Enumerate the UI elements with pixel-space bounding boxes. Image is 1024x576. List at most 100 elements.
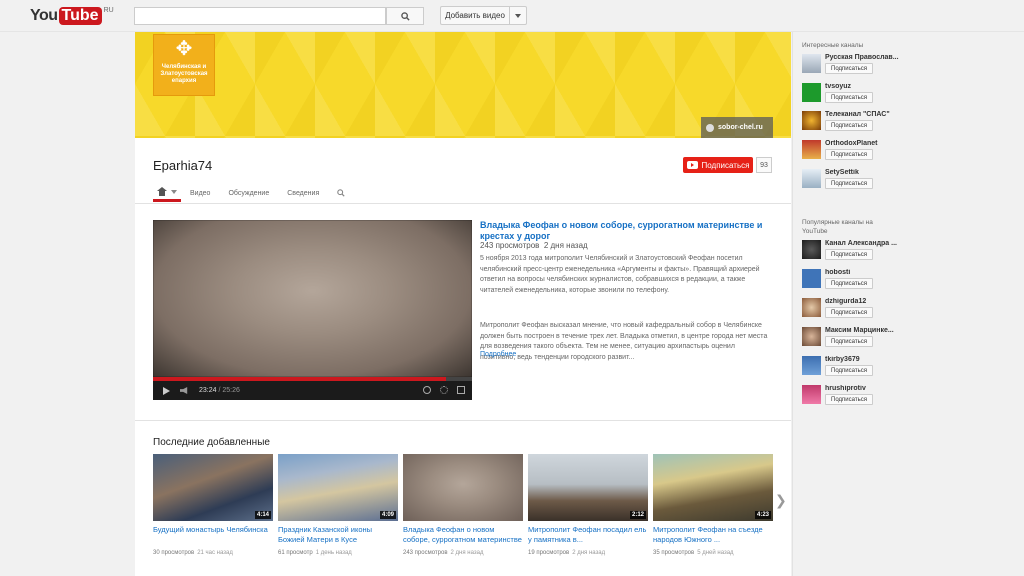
avatar[interactable] [802,83,821,102]
tab-videos[interactable]: Видео [181,184,219,202]
featured-ago: 2 дня назад [543,241,588,250]
avatar[interactable] [802,169,821,188]
video-card[interactable]: 2:12 Митрополит Феофан посадил ель у пам… [528,454,648,556]
recent-uploads-row: 4:14 Будущий монастырь Челябинска 30 про… [153,454,773,556]
youtube-logo[interactable]: You Tube RU [30,6,114,26]
video-duration: 2:12 [629,511,646,519]
logo-region: RU [103,7,114,14]
channel-name[interactable]: dzhigurda12 [825,298,910,305]
subscribe-button[interactable]: Подписаться [825,307,873,318]
avatar[interactable] [802,111,821,130]
channel-title[interactable]: Eparhia74 [153,158,212,173]
subscribe-button[interactable]: Подписаться [825,365,873,376]
channel-name[interactable]: hobosti [825,269,910,276]
avatar[interactable] [802,54,821,73]
channel-name[interactable]: tkirby3679 [825,356,910,363]
tab-about[interactable]: Сведения [278,184,328,202]
video-thumbnail[interactable]: 4:23 [653,454,773,521]
avatar[interactable] [802,298,821,317]
channel-name[interactable]: Русская Православ... [825,54,910,61]
sidebar-channel: hrushiprotiv Подписаться [802,385,912,409]
search-input[interactable] [134,7,386,25]
chevron-right-icon[interactable]: ❯ [775,492,787,509]
sidebar-channel: Телеканал "СПАС" Подписаться [802,111,912,135]
channel-tabs: Видео Обсуждение Сведения [153,184,354,202]
avatar[interactable] [802,240,821,259]
featured-views: 243 просмотров [480,241,540,250]
channel-name[interactable]: Максим Марцинке... [825,327,910,334]
video-title[interactable]: Будущий монастырь Челябинска [153,525,273,545]
sidebar-channel: SetySettik Подписаться [802,169,912,193]
video-card[interactable]: 4:09 Праздник Казанской иконы Божией Мат… [278,454,398,556]
subscriber-count: 93 [756,157,772,173]
sidebar-channel: tkirby3679 Подписаться [802,356,912,380]
subscribe-button[interactable]: Подписаться [825,278,873,289]
play-icon[interactable] [163,386,170,395]
video-thumbnail[interactable]: 4:14 [153,454,273,521]
tab-search[interactable] [328,184,354,202]
video-title[interactable]: Праздник Казанской иконы Божией Матери в… [278,525,398,545]
featured-description-continued: Митрополит Феофан высказал мнение, что н… [480,322,768,361]
banner-website-link[interactable]: sobor-chel.ru [701,117,773,138]
channel-logo[interactable]: ✥ Челябинская и Златоустовская епархия [153,34,215,96]
subscribe-button[interactable]: Подписаться [825,394,873,405]
upload-button[interactable]: Добавить видео [440,6,509,25]
channel-name[interactable]: SetySettik [825,169,910,176]
video-title[interactable]: Митрополит Феофан на съезде народов Южно… [653,525,773,545]
featured-description: 5 ноября 2013 года митрополит Челябински… [480,255,760,294]
video-thumbnail[interactable]: 2:12 [528,454,648,521]
channel-name[interactable]: tvsoyuz [825,83,910,90]
video-player[interactable]: 23:24 / 25:26 [153,220,472,400]
video-thumbnail[interactable]: 4:09 [278,454,398,521]
subscribe-button[interactable]: Подписаться [825,63,873,74]
search-button[interactable] [386,7,424,25]
upload-dropdown-button[interactable] [509,6,527,25]
channel-name[interactable]: Канал Александра ... [825,240,910,247]
subscribe-button[interactable]: Подписаться [825,336,873,347]
channel-name[interactable]: Телеканал "СПАС" [825,111,910,118]
chevron-down-icon [515,13,521,18]
subscribe-button[interactable]: Подписаться [825,149,873,160]
subscribe-button[interactable]: Подписаться [825,178,873,189]
divider [135,203,791,204]
read-more-link[interactable]: Подробнее [480,351,516,358]
recent-uploads-heading[interactable]: Последние добавленные [153,437,270,448]
video-card[interactable]: Владыка Феофан о новом соборе, суррогатн… [403,454,523,556]
avatar[interactable] [802,327,821,346]
chevron-down-icon [171,189,177,194]
subscribe-label: Подписаться [701,160,750,170]
sidebar-channel: Русская Православ... Подписаться [802,54,912,78]
avatar[interactable] [802,385,821,404]
sidebar-channel: Канал Александра ... Подписаться [802,240,912,264]
avatar[interactable] [802,269,821,288]
volume-icon[interactable] [180,387,188,394]
popular-channels-heading: Популярные каналы на YouTube [802,219,873,235]
current-time: 23:24 [199,387,217,394]
video-card[interactable]: 4:23 Митрополит Феофан на съезде народов… [653,454,773,556]
channel-name[interactable]: OrthodoxPlanet [825,140,910,147]
video-title[interactable]: Митрополит Феофан посадил ель у памятник… [528,525,648,545]
watch-later-icon[interactable] [423,386,431,394]
video-title[interactable]: Владыка Феофан о новом соборе, суррогатн… [403,525,523,545]
tab-discussion[interactable]: Обсуждение [219,184,278,202]
subscribe-button[interactable]: Подписаться [683,157,753,173]
fullscreen-icon[interactable] [457,386,465,394]
youtube-play-icon [686,161,698,169]
globe-icon [706,123,714,132]
subscribe-button[interactable]: Подписаться [825,120,873,131]
tab-home[interactable] [153,184,181,202]
featured-video-meta: 243 просмотров 2 дня назад [480,241,588,250]
video-card[interactable]: 4:14 Будущий монастырь Челябинска 30 про… [153,454,273,556]
avatar[interactable] [802,356,821,375]
featured-video-title[interactable]: Владыка Феофан о новом соборе, суррогатн… [480,220,770,242]
video-frame[interactable] [153,220,472,377]
search-icon [337,189,345,197]
home-icon [157,187,167,196]
channel-name[interactable]: hrushiprotiv [825,385,910,392]
subscribe-button[interactable]: Подписаться [825,92,873,103]
channel-main: ✥ Челябинская и Златоустовская епархия s… [135,32,791,576]
subscribe-button[interactable]: Подписаться [825,249,873,260]
video-thumbnail[interactable] [403,454,523,521]
gear-icon[interactable] [440,386,448,394]
avatar[interactable] [802,140,821,159]
